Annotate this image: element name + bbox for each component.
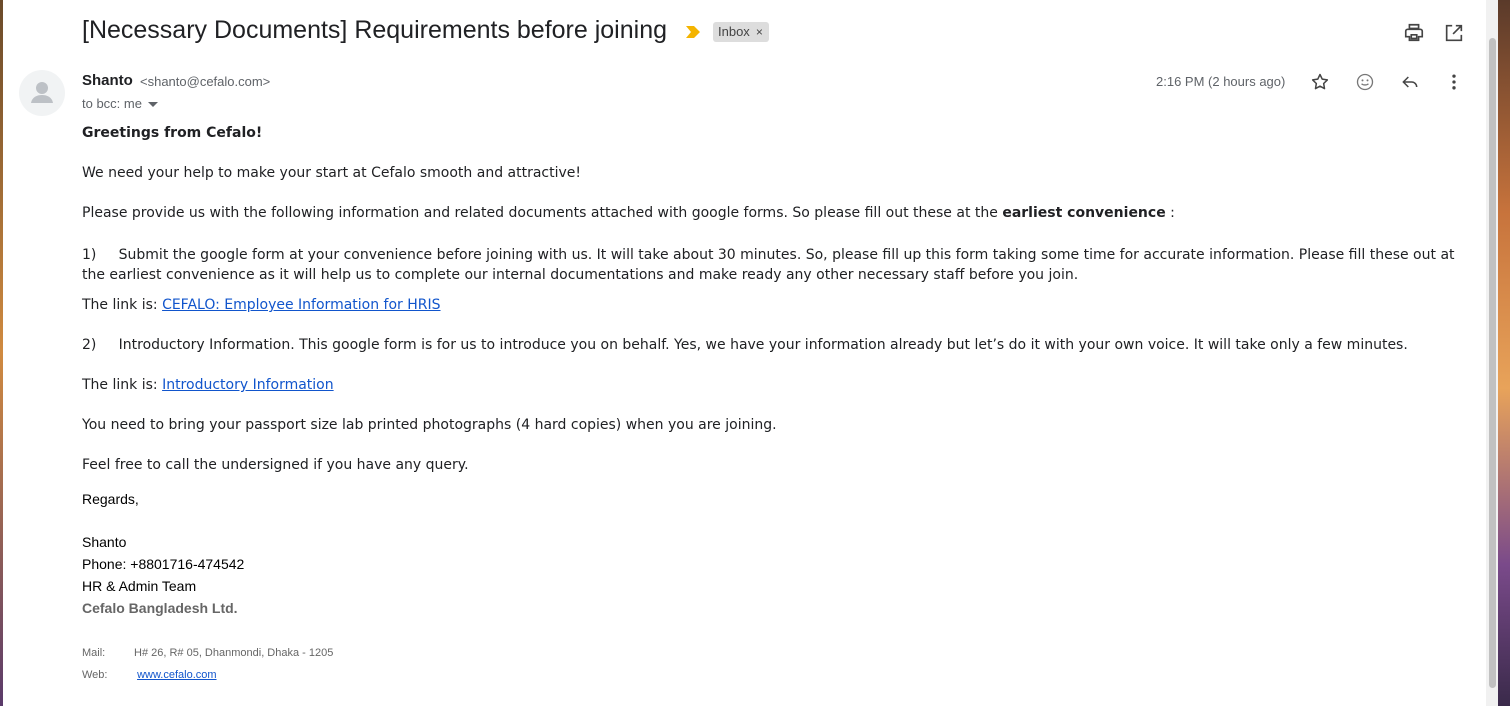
link-line-2: The link is: Introductory Information [82,377,334,393]
hris-form-link[interactable]: CEFALO: Employee Information for HRIS [162,297,440,313]
avatar[interactable] [19,70,65,116]
print-icon[interactable] [1403,22,1425,44]
avatar-icon [31,82,53,103]
link-prefix-1: The link is: [82,297,163,313]
signature-team: HR & Admin Team [82,578,197,594]
signature-phone: Phone: +8801716-474542 [82,556,245,572]
emoji-reaction-icon[interactable] [1355,72,1375,92]
email-view: [Necessary Documents] Requirements befor… [3,0,1486,706]
recipients-line[interactable]: to bcc: me [82,96,158,111]
signature-regards: Regards, [82,491,139,507]
signature-company: Cefalo Bangladesh Ltd. [82,600,238,616]
link-prefix-2: The link is: [82,377,163,393]
list-text-2: Introductory Information. This google fo… [118,337,1408,353]
open-in-new-window-icon[interactable] [1443,22,1465,44]
recipients-text: to bcc: me [82,96,142,111]
inbox-label-text: Inbox [718,24,750,39]
intro-form-link[interactable]: Introductory Information [162,377,334,393]
inbox-label-chip[interactable]: Inbox × [713,22,769,42]
list-item-1: 1) Submit the google form at your conven… [82,245,1472,285]
website-link[interactable]: www.cefalo.com [137,669,216,681]
reply-icon[interactable] [1400,72,1420,92]
footer-mail-label: Mail: [82,647,106,659]
footer-mail-line: Mail: H# 26, R# 05, Dhanmondi, Dhaka - 12… [82,647,333,659]
importance-marker-icon[interactable] [686,26,700,38]
signature-name: Shanto [82,534,127,550]
query-paragraph: Feel free to call the undersigned if you… [82,457,469,473]
list-number-2: 2) [82,337,97,353]
show-details-icon[interactable] [147,102,158,108]
remove-label-icon[interactable]: × [756,25,763,39]
sender-name[interactable]: Shanto [82,72,133,89]
footer-web-line: Web: www.cefalo.com [82,669,217,681]
list-number-1: 1) [82,247,97,263]
request-suffix: : [1165,205,1175,221]
star-icon[interactable] [1310,72,1330,92]
email-timestamp: 2:16 PM (2 hours ago) [1156,74,1286,89]
scrollbar-thumb[interactable] [1489,38,1496,688]
sender-email: <shanto@cefalo.com> [140,74,271,89]
email-subject: [Necessary Documents] Requirements befor… [82,16,667,44]
greeting: Greetings from Cefalo! [82,125,263,141]
more-options-icon[interactable] [1444,72,1464,92]
photos-paragraph: You need to bring your passport size lab… [82,417,777,433]
link-line-1: The link is: CEFALO: Employee Informatio… [82,297,441,313]
footer-mail-value: H# 26, R# 05, Dhanmondi, Dhaka - 1205 [134,647,334,659]
request-emphasis: earliest convenience [1002,205,1166,221]
intro-paragraph: We need your help to make your start at … [82,165,582,181]
footer-web-label: Web: [82,669,108,681]
list-text-1: Submit the google form at your convenien… [82,247,1455,283]
request-paragraph: Please provide us with the following inf… [82,205,1175,221]
list-item-2: 2) Introductory Information. This google… [82,337,1408,353]
request-text: Please provide us with the following inf… [82,205,1003,221]
